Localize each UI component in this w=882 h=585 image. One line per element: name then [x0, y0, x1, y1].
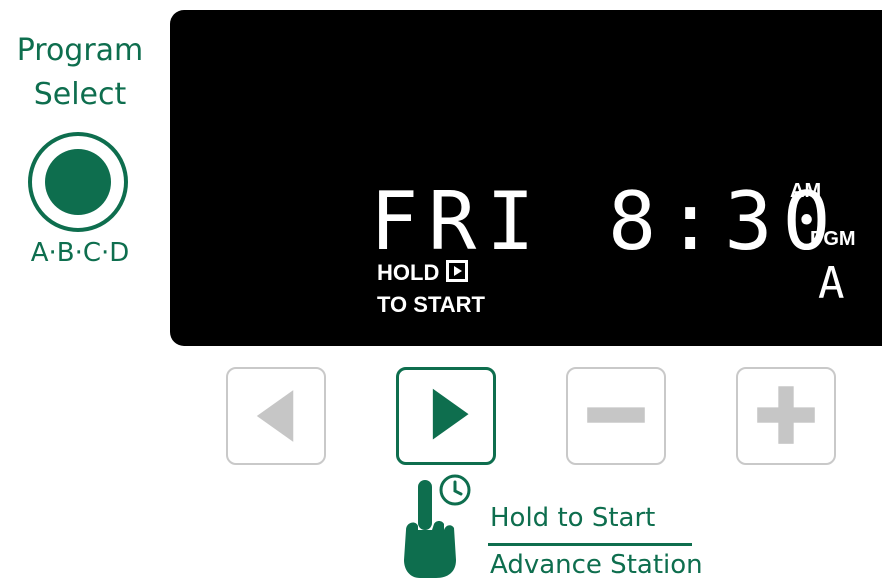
program-select-label-line2: Select [33, 77, 127, 112]
program-letter: A [818, 258, 845, 309]
program-select-dial-icon[interactable] [27, 131, 129, 233]
am-pm-indicator: AM [790, 180, 822, 202]
hold-label: HOLD [377, 260, 440, 285]
play-icon [446, 260, 468, 282]
day-readout: FRI [370, 175, 545, 268]
right-arrow-icon [432, 388, 469, 440]
back-button[interactable] [226, 367, 326, 465]
clock-icon [438, 473, 472, 507]
lcd-display: FRI 8:30 AM HOLD TO START PGM A [170, 10, 882, 346]
pgm-label: PGM [810, 228, 856, 250]
minus-button[interactable] [566, 367, 666, 465]
left-arrow-icon [256, 390, 294, 442]
hint-divider [488, 543, 692, 546]
program-select-label-line1: Program [16, 33, 144, 68]
plus-button[interactable] [736, 367, 836, 465]
hint-advance-station: Advance Station [490, 550, 703, 580]
plus-icon [757, 386, 815, 444]
program-options: A·B·C·D [30, 238, 130, 268]
advance-button[interactable] [396, 367, 496, 465]
to-start-label: TO START [377, 292, 485, 317]
hint-hold-to-start: Hold to Start [490, 503, 656, 533]
minus-icon [587, 407, 645, 423]
